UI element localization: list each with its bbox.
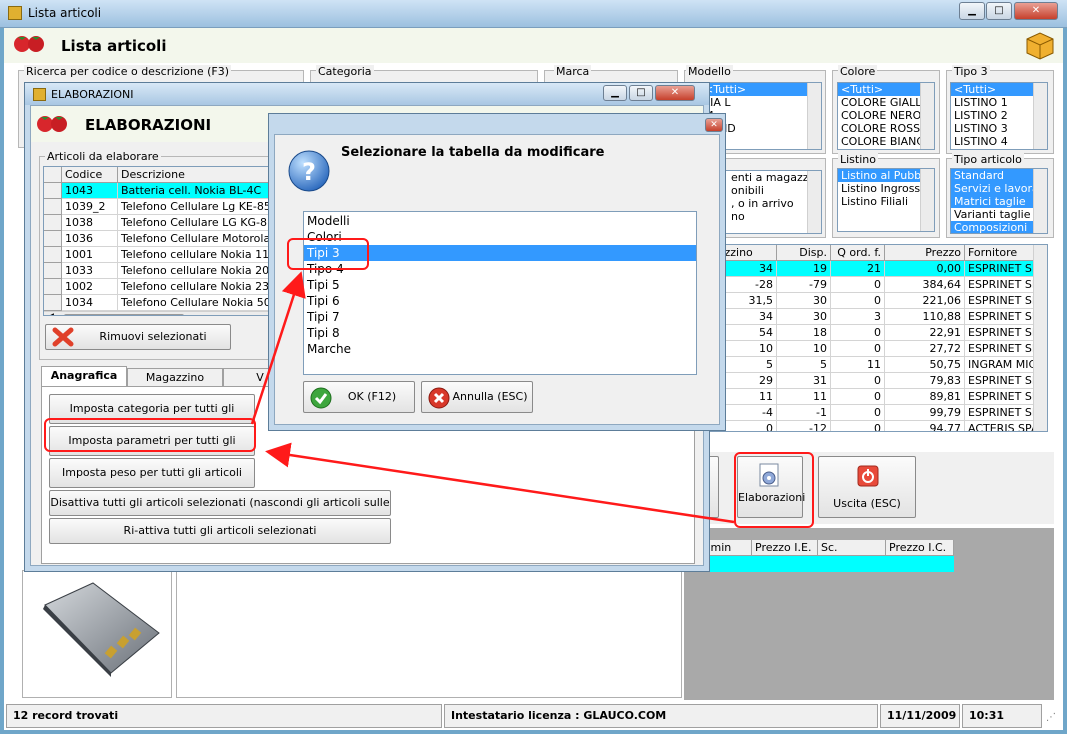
annotation-arrows (250, 271, 735, 524)
